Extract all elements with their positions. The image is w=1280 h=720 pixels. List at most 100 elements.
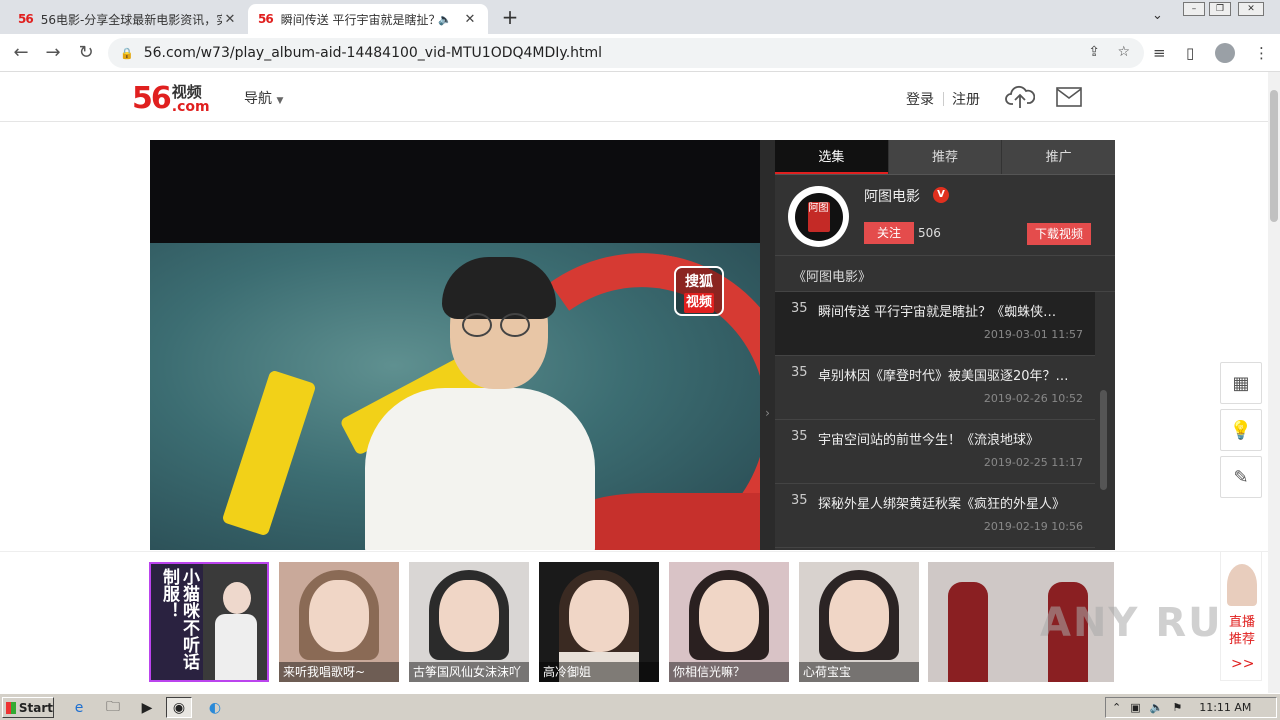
channel-avatar-seal: 阿图 — [807, 201, 830, 232]
episode-date: 2019-02-25 11:17 — [983, 456, 1083, 469]
episode-item[interactable]: 35 瞬间传送 平行宇宙就是瞎扯？《蜘蛛侠… 2019-03-01 11:57 — [775, 292, 1095, 356]
verified-v-icon: V — [933, 187, 949, 203]
site-header: 56 视频 .com 导航 ▼ 登录 注册 — [0, 72, 1280, 122]
episode-title: 探秘外星人绑架黄廷秋案《疯狂的外星人》 — [818, 497, 1066, 512]
live-thumbnail[interactable]: 你相信光嘛？ — [669, 562, 789, 682]
profile-avatar-icon[interactable] — [1215, 43, 1235, 63]
system-tray: ⌃ ▣ 🔈 ⚑ 11:11 AM — [1105, 697, 1277, 718]
reload-icon[interactable]: ↻ — [73, 40, 99, 66]
ie-icon[interactable]: e — [66, 697, 92, 718]
episode-number: 35 — [791, 365, 808, 380]
live-thumbnail[interactable]: 高冷御姐 — [539, 562, 659, 682]
bookmark-star-icon[interactable]: ☆ — [1117, 44, 1130, 60]
logo-chinese: 视频 — [171, 83, 202, 101]
episode-item[interactable]: 35 探秘外星人绑架黄廷秋案《疯狂的外星人》 2019-02-19 10:56 — [775, 484, 1095, 548]
episode-item[interactable]: 35 宇宙空间站的前世今生！《流浪地球》 2019-02-25 11:17 — [775, 420, 1095, 484]
channel-avatar[interactable]: 阿图 — [788, 186, 849, 247]
login-link[interactable]: 登录 — [906, 89, 934, 109]
media-control-icon[interactable]: ≡ — [1153, 44, 1166, 62]
qr-code-icon[interactable]: ▦ — [1220, 362, 1262, 404]
volume-icon[interactable]: 🔈 — [1150, 701, 1164, 714]
site-logo[interactable]: 56 视频 .com — [132, 80, 210, 116]
episode-title: 卓别林因《摩登时代》被美国驱逐20年？… — [818, 369, 1069, 384]
browser-tab-strip: 56 56电影-分享全球最新电影资讯，实时 ✕ 56 瞬间传送 平行宇宙就是瞎扯… — [0, 0, 1280, 34]
favicon-56: 56 — [18, 12, 34, 26]
cloud-upload-icon[interactable] — [1005, 84, 1035, 110]
album-title[interactable]: 《阿图电影》 — [793, 266, 871, 285]
tab-recommend[interactable]: 推荐 — [887, 140, 1002, 174]
video-player[interactable]: 搜狐 视频 — [150, 140, 760, 550]
live-thumbnail[interactable]: 心荷宝宝 — [799, 562, 919, 682]
media-player-icon[interactable]: ▶ — [134, 697, 160, 718]
presenter-hair — [442, 257, 556, 319]
close-tab-icon[interactable]: ✕ — [222, 12, 238, 27]
start-button[interactable]: Start — [2, 697, 54, 718]
browser-toolbar: ← → ↻ 🔒 56.com/w73/play_album-aid-144841… — [0, 34, 1280, 72]
start-label: Start — [18, 700, 53, 715]
episode-title: 瞬间传送 平行宇宙就是瞎扯？《蜘蛛侠… — [818, 305, 1057, 320]
nav-menu-label: 导航 — [244, 91, 272, 107]
tab-search-icon[interactable]: ⌄ — [1152, 8, 1163, 23]
tab-title: 56电影-分享全球最新电影资讯，实时 — [40, 12, 222, 27]
sidebar-scrollbar[interactable] — [1100, 390, 1107, 490]
live-thumbnail[interactable]: 古筝国风仙女沫沫吖 — [409, 562, 529, 682]
follow-button[interactable]: 关注 — [864, 222, 914, 244]
episode-title: 宇宙空间站的前世今生！《流浪地球》 — [818, 433, 1040, 448]
page-scrollbar-thumb[interactable] — [1270, 90, 1278, 222]
watermark-bottom: 视频 — [683, 293, 714, 313]
maximize-icon[interactable]: ❐ — [1209, 2, 1231, 16]
browser-tab-current[interactable]: 56 瞬间传送 平行宇宙就是瞎扯？ 🔈 ✕ — [248, 4, 488, 34]
sidebar-tabs: 选集 推荐 推广 — [775, 140, 1115, 175]
double-chevron-right-icon[interactable]: >> — [1231, 656, 1254, 672]
ad-thumbnail[interactable]: 小猫咪不听话制服！ — [149, 562, 269, 682]
side-panel-icon[interactable]: ▯ — [1186, 44, 1194, 62]
follower-count: 506 — [918, 226, 941, 240]
tab-promotion[interactable]: 推广 — [1001, 140, 1115, 174]
menu-kebab-icon[interactable]: ⋮ — [1254, 44, 1269, 62]
episode-list: 35 瞬间传送 平行宇宙就是瞎扯？《蜘蛛侠… 2019-03-01 11:57 … — [775, 292, 1095, 550]
edge-icon[interactable]: ◐ — [202, 697, 228, 718]
thumbnail-caption: 心荷宝宝 — [799, 662, 919, 682]
playlist-sidebar: 选集 推荐 推广 阿图 阿图电影 V 关注 506 下载视频 《阿图电影》 35… — [775, 140, 1115, 550]
episode-item[interactable]: 35 卓别林因《摩登时代》被美国驱逐20年？… 2019-02-26 10:52 — [775, 356, 1095, 420]
streamer-avatar — [1227, 564, 1257, 606]
address-bar[interactable]: 🔒 56.com/w73/play_album-aid-14484100_vid… — [108, 38, 1144, 68]
logo-number: 56 — [132, 81, 172, 116]
back-icon[interactable]: ← — [8, 40, 34, 66]
video-frame — [150, 227, 760, 550]
sidebar-collapse-chevron-icon[interactable]: › — [760, 140, 775, 550]
close-tab-icon[interactable]: ✕ — [462, 12, 478, 27]
network-icon[interactable]: ▣ — [1130, 701, 1140, 714]
decor-red-floor — [570, 493, 760, 550]
lock-icon[interactable]: 🔒 — [120, 47, 134, 60]
channel-name[interactable]: 阿图电影 — [864, 186, 920, 206]
glasses-icon — [462, 313, 492, 337]
windows-flag-icon — [6, 701, 16, 714]
tab-episodes[interactable]: 选集 — [775, 140, 888, 174]
share-icon[interactable]: ⇪ — [1088, 44, 1100, 60]
thumbnail-caption: 来听我唱歌呀~ — [279, 662, 399, 682]
logo-com: .com — [171, 99, 210, 115]
register-link[interactable]: 注册 — [952, 89, 980, 109]
tab-title: 瞬间传送 平行宇宙就是瞎扯？ — [280, 12, 439, 27]
forward-icon[interactable]: → — [40, 40, 66, 66]
action-center-flag-icon[interactable]: ⚑ — [1172, 701, 1182, 714]
chrome-icon[interactable]: ◉ — [166, 697, 192, 718]
download-video-button[interactable]: 下载视频 — [1027, 223, 1091, 245]
folder-icon[interactable]: 🗀 — [100, 697, 126, 718]
favicon-56: 56 — [258, 12, 274, 26]
browser-tab-56-movie[interactable]: 56 56电影-分享全球最新电影资讯，实时 ✕ — [8, 4, 248, 34]
nav-menu[interactable]: 导航 ▼ — [244, 88, 283, 108]
mail-icon[interactable] — [1056, 86, 1082, 108]
episode-date: 2019-03-01 11:57 — [983, 328, 1083, 341]
speaker-icon[interactable]: 🔈 — [438, 13, 452, 26]
new-tab-button[interactable]: + — [498, 6, 522, 30]
close-window-icon[interactable]: ✕ — [1238, 2, 1264, 16]
live-recommend-box[interactable]: 直播推荐 >> — [1220, 551, 1262, 681]
lightbulb-icon[interactable]: 💡 — [1220, 409, 1262, 451]
feedback-edit-icon[interactable]: ✎ — [1220, 456, 1262, 498]
page-scrollbar[interactable] — [1268, 72, 1280, 693]
live-thumbnail[interactable]: 来听我唱歌呀~ — [279, 562, 399, 682]
minimize-icon[interactable]: – — [1183, 2, 1205, 16]
tray-expand-icon[interactable]: ⌃ — [1112, 701, 1121, 714]
